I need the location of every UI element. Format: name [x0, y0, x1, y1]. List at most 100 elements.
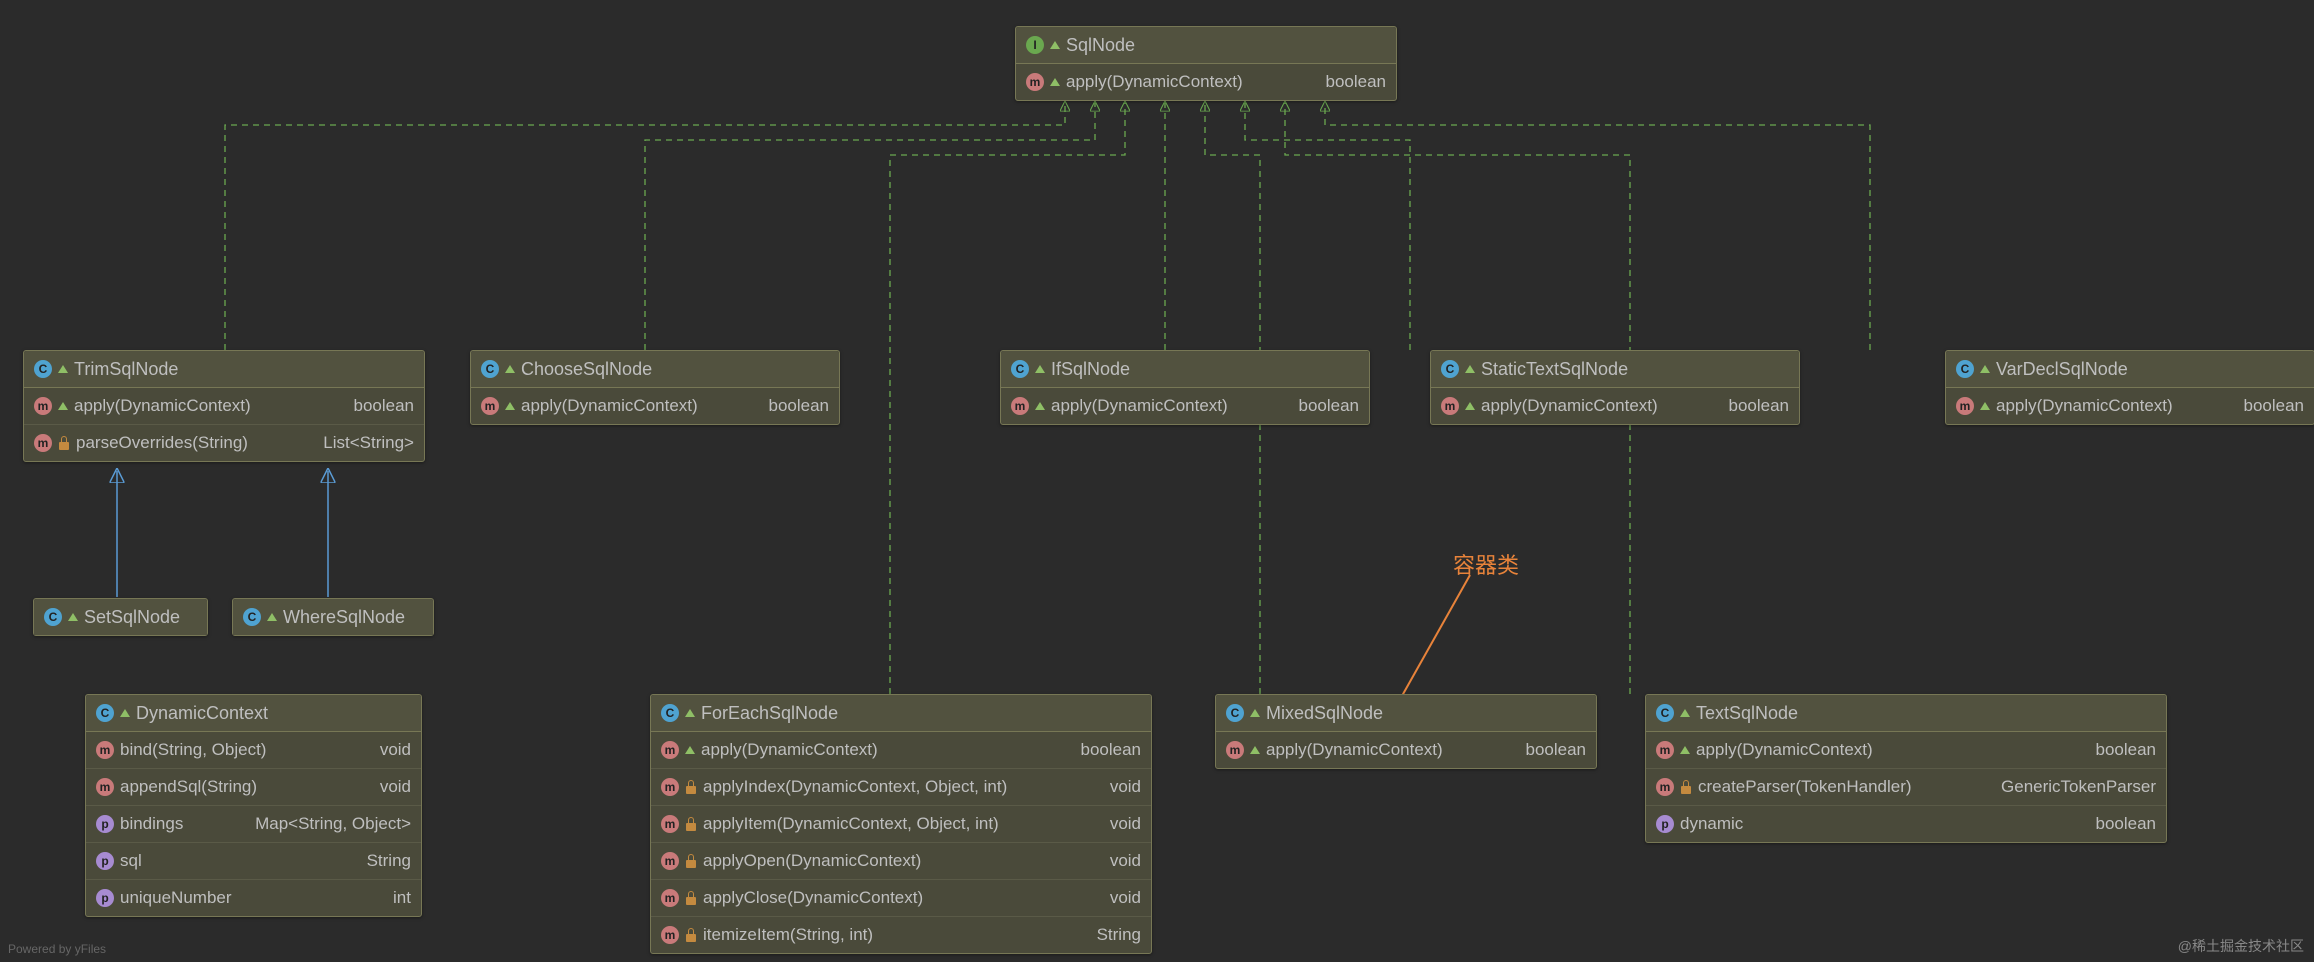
node-header: C ChooseSqlNode: [471, 351, 839, 388]
node-statictextsqlnode[interactable]: C StaticTextSqlNode m apply(DynamicConte…: [1430, 350, 1800, 425]
method-icon: m: [1656, 741, 1674, 759]
member-sig: apply(DynamicContext): [1051, 396, 1292, 416]
override-icon: [58, 402, 68, 410]
override-icon: [685, 746, 695, 754]
node-header: C DynamicContext: [86, 695, 421, 732]
member-row: m applyClose(DynamicContext) void: [651, 880, 1151, 917]
member-ret: void: [1110, 814, 1141, 834]
member-row: m appendSql(String) void: [86, 769, 421, 806]
member-sig: sql: [120, 851, 361, 871]
member-row: m createParser(TokenHandler) GenericToke…: [1646, 769, 2166, 806]
member-ret: boolean: [768, 396, 829, 416]
node-header: C ForEachSqlNode: [651, 695, 1151, 732]
member-ret: String: [367, 851, 411, 871]
member-ret: boolean: [1525, 740, 1586, 760]
member-sig: apply(DynamicContext): [1066, 72, 1319, 92]
member-sig: bindings: [120, 814, 249, 834]
member-sig: bind(String, Object): [120, 740, 374, 760]
implements-up-icon: [1035, 365, 1045, 373]
node-wheresqlnode[interactable]: C WhereSqlNode: [232, 598, 434, 636]
override-icon: [1465, 402, 1475, 410]
member-sig: apply(DynamicContext): [1696, 740, 2089, 760]
member-row: m apply(DynamicContext) boolean: [24, 388, 424, 425]
member-sig: apply(DynamicContext): [1481, 396, 1722, 416]
lock-icon: [1680, 780, 1692, 794]
node-header: C VarDeclSqlNode: [1946, 351, 2314, 388]
node-foreachsqlnode[interactable]: C ForEachSqlNode m apply(DynamicContext)…: [650, 694, 1152, 954]
method-icon: m: [1441, 397, 1459, 415]
method-icon: m: [661, 778, 679, 796]
member-ret: String: [1097, 925, 1141, 945]
override-icon: [1980, 402, 1990, 410]
member-sig: apply(DynamicContext): [1996, 396, 2237, 416]
member-row: m parseOverrides(String) List<String>: [24, 425, 424, 461]
member-sig: parseOverrides(String): [76, 433, 317, 453]
member-ret: boolean: [2095, 814, 2156, 834]
implements-up-icon: [1980, 365, 1990, 373]
member-sig: applyClose(DynamicContext): [703, 888, 1104, 908]
member-ret: void: [1110, 851, 1141, 871]
member-row: m bind(String, Object) void: [86, 732, 421, 769]
member-row: p sql String: [86, 843, 421, 880]
member-sig: itemizeItem(String, int): [703, 925, 1091, 945]
lock-icon: [685, 891, 697, 905]
member-row: m apply(DynamicContext) boolean: [651, 732, 1151, 769]
node-mixedsqlnode[interactable]: C MixedSqlNode m apply(DynamicContext) b…: [1215, 694, 1597, 769]
method-icon: m: [661, 815, 679, 833]
node-trimsqlnode[interactable]: C TrimSqlNode m apply(DynamicContext) bo…: [23, 350, 425, 462]
method-icon: m: [661, 852, 679, 870]
node-title: StaticTextSqlNode: [1481, 359, 1628, 380]
node-dynamiccontext[interactable]: C DynamicContext m bind(String, Object) …: [85, 694, 422, 917]
member-ret: boolean: [2243, 396, 2304, 416]
member-sig: apply(DynamicContext): [74, 396, 347, 416]
class-icon: C: [661, 704, 679, 722]
node-vardeclsqlnode[interactable]: C VarDeclSqlNode m apply(DynamicContext)…: [1945, 350, 2314, 425]
member-sig: dynamic: [1680, 814, 2089, 834]
node-header: C SetSqlNode: [34, 599, 207, 635]
member-row: p uniqueNumber int: [86, 880, 421, 916]
member-ret: boolean: [1728, 396, 1789, 416]
member-sig: appendSql(String): [120, 777, 374, 797]
method-icon: m: [1226, 741, 1244, 759]
node-title: DynamicContext: [136, 703, 268, 724]
method-icon: m: [661, 741, 679, 759]
node-setsqlnode[interactable]: C SetSqlNode: [33, 598, 208, 636]
node-header: C StaticTextSqlNode: [1431, 351, 1799, 388]
method-icon: m: [481, 397, 499, 415]
class-icon: C: [1441, 360, 1459, 378]
implements-up-icon: [1250, 709, 1260, 717]
node-ifsqlnode[interactable]: C IfSqlNode m apply(DynamicContext) bool…: [1000, 350, 1370, 425]
lock-icon: [58, 436, 70, 450]
member-ret: boolean: [1325, 72, 1386, 92]
override-icon: [1680, 746, 1690, 754]
class-icon: C: [1226, 704, 1244, 722]
member-ret: List<String>: [323, 433, 414, 453]
member-row: m apply(DynamicContext) boolean: [1431, 388, 1799, 424]
member-sig: apply(DynamicContext): [701, 740, 1074, 760]
class-icon: C: [481, 360, 499, 378]
node-textsqlnode[interactable]: C TextSqlNode m apply(DynamicContext) bo…: [1645, 694, 2167, 843]
method-icon: m: [1026, 73, 1044, 91]
override-icon: [1050, 78, 1060, 86]
node-choosesqlnode[interactable]: C ChooseSqlNode m apply(DynamicContext) …: [470, 350, 840, 425]
member-ret: void: [1110, 888, 1141, 908]
member-sig: applyOpen(DynamicContext): [703, 851, 1104, 871]
implements-up-icon: [58, 365, 68, 373]
method-icon: m: [96, 741, 114, 759]
lock-icon: [685, 928, 697, 942]
node-header: C MixedSqlNode: [1216, 695, 1596, 732]
class-icon: C: [96, 704, 114, 722]
implements-up-icon: [267, 613, 277, 621]
node-sqlnode[interactable]: I SqlNode m apply(DynamicContext) boolea…: [1015, 26, 1397, 101]
member-row: m apply(DynamicContext) boolean: [1016, 64, 1396, 100]
member-ret: boolean: [1080, 740, 1141, 760]
member-ret: GenericTokenParser: [2001, 777, 2156, 797]
property-icon: p: [96, 852, 114, 870]
class-icon: C: [1011, 360, 1029, 378]
property-icon: p: [1656, 815, 1674, 833]
method-icon: m: [661, 926, 679, 944]
interface-icon: I: [1026, 36, 1044, 54]
node-header: C WhereSqlNode: [233, 599, 433, 635]
node-title: WhereSqlNode: [283, 607, 405, 628]
annotation-label: 容器类: [1453, 548, 1519, 580]
